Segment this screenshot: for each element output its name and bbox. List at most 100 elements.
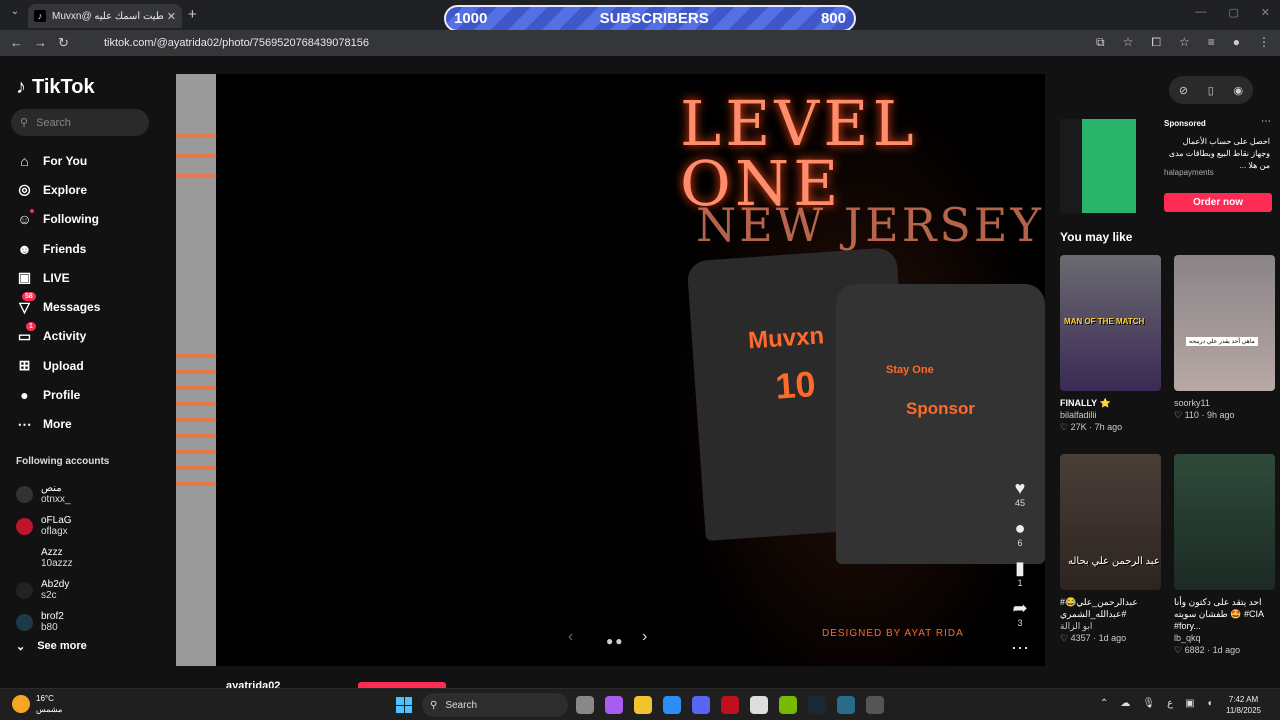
card-caption: MAN OF THE MATCH	[1064, 317, 1145, 326]
new-tab-icon[interactable]: +	[188, 6, 197, 23]
share-count: 3	[1017, 618, 1023, 628]
cloud-icon[interactable]: ☁	[1120, 698, 1130, 709]
favorites-icon[interactable]: ☆	[1179, 35, 1190, 50]
account-name: oFLaG	[41, 515, 72, 526]
taskbar-search-label: Search	[445, 699, 478, 711]
obs-icon[interactable]	[750, 696, 768, 714]
tab-title: Muvxn@ حطيت اسمك عليه	[52, 10, 163, 22]
nav-label: More	[43, 417, 72, 432]
following-account[interactable]: Ab2dy s2c	[16, 574, 73, 606]
media-icon[interactable]: ≡	[1208, 35, 1215, 50]
temperature: 16°C	[36, 694, 54, 703]
nav-for-you[interactable]: ⌂ For You	[16, 146, 100, 175]
tiktok-favicon-icon: ♪	[34, 10, 46, 22]
close-window-icon[interactable]: ✕	[1261, 6, 1270, 19]
recommended-card[interactable]: عبد الرحمن علي بحاله #عبدالرحمن_علي😂 #عب…	[1060, 454, 1161, 644]
install-app-icon[interactable]: ⧉	[1096, 35, 1105, 50]
ad-more-icon[interactable]: ⋯	[1261, 116, 1271, 127]
nav-profile[interactable]: ● Profile	[16, 380, 100, 409]
tab-search-icon[interactable]: ⌄	[6, 6, 24, 22]
tiktok-logo[interactable]: ♪ TikTok	[16, 76, 95, 99]
search-input[interactable]: ⚲ Search	[11, 109, 149, 136]
sponsored-ad[interactable]: Sponsored ⋯ احصل على حساب الأعمال وجهاز …	[1060, 116, 1275, 216]
bookmark-star-icon[interactable]: ☆	[1123, 35, 1134, 50]
file-explorer-icon[interactable]	[634, 696, 652, 714]
nav-explore[interactable]: ◎ Explore	[16, 175, 100, 204]
save-count: 1	[1017, 578, 1023, 588]
profile-avatar-icon[interactable]: ◉	[1234, 84, 1244, 97]
copilot-icon[interactable]	[605, 696, 623, 714]
nav-label: For You	[43, 153, 88, 168]
more-options-icon[interactable]: ⋯	[1006, 638, 1034, 658]
photo-post[interactable]: LEVEL ONE NEW JERSEY Muvxn 10 Stay One S…	[176, 74, 1045, 666]
nav-label: Friends	[43, 241, 87, 256]
avatar-icon: ●	[20, 387, 29, 404]
microphone-icon[interactable]: 🎙	[1142, 698, 1155, 709]
slide-next-icon[interactable]: ›	[642, 628, 647, 646]
forward-icon[interactable]: →	[34, 35, 47, 50]
phone-icon[interactable]: ▯	[1208, 84, 1214, 97]
extensions-icon[interactable]: ⧠	[1151, 35, 1161, 50]
following-account[interactable]: brof2 b80	[16, 606, 73, 638]
weather-condition: مشمس	[36, 705, 63, 714]
app-red-icon[interactable]	[721, 696, 739, 714]
slide-prev-icon[interactable]: ‹	[568, 628, 573, 646]
save-action[interactable]: ▮ 1	[1006, 558, 1034, 588]
see-more-button[interactable]: ⌄ See more	[16, 640, 87, 653]
nav-following[interactable]: ☺ Following	[16, 205, 100, 234]
live-icon: ▣	[17, 269, 32, 286]
card-meta: ♡ 4357 · 1d ago	[1060, 633, 1127, 643]
nav-activity[interactable]: ▭ 1 Activity	[16, 321, 100, 351]
friends-icon: ☻	[17, 240, 32, 257]
steam-icon[interactable]	[808, 696, 826, 714]
order-now-button[interactable]: Order now	[1164, 193, 1272, 212]
nvidia-icon[interactable]	[779, 696, 797, 714]
language-indicator[interactable]: ع	[1167, 698, 1173, 709]
nav-more[interactable]: ⋯ More	[16, 410, 100, 439]
chrome-icon[interactable]	[663, 696, 681, 714]
comment-action[interactable]: ● 6	[1006, 518, 1034, 548]
recommended-card[interactable]: احد يتقد على دكتون وأنا طفشان سويته 🤩 #C…	[1174, 454, 1275, 656]
nav-upload[interactable]: ⊞ Upload	[16, 351, 100, 380]
windows-taskbar: 16°C مشمس ⚲ Search ⌃ ☁ 🎙 ع ▣ ◖ 7:42 AM 11/…	[0, 688, 1280, 720]
browser-tab[interactable]: ♪ Muvxn@ حطيت اسمك عليه ✕	[28, 4, 182, 28]
chevron-up-icon[interactable]: ⌃	[1100, 698, 1108, 709]
tab-close-icon[interactable]: ✕	[167, 10, 176, 23]
browser-menu-icon[interactable]: ⋮	[1258, 35, 1270, 50]
following-account[interactable]: منص otnxx_	[16, 478, 73, 510]
recommended-card[interactable]: ماهي أحد يقدر علي دريبحه soorky11 ♡ 110 …	[1174, 255, 1275, 421]
following-account[interactable]: Azzz 10azzz	[16, 542, 73, 574]
taskbar-search[interactable]: ⚲ Search	[422, 693, 568, 717]
weather-widget[interactable]: 16°C مشمس	[12, 693, 62, 715]
app-icon[interactable]	[866, 696, 884, 714]
reload-icon[interactable]: ↻	[58, 35, 69, 51]
avatar	[16, 485, 33, 503]
clock[interactable]: 7:42 AM 11/8/2025	[1226, 694, 1261, 716]
card-title: FINALLY ⭐	[1060, 398, 1111, 408]
network-icon[interactable]: ▣	[1185, 698, 1194, 709]
discord-icon[interactable]	[692, 696, 710, 714]
nav-friends[interactable]: ☻ Friends	[16, 234, 100, 263]
share-action[interactable]: ➦ 3	[1006, 598, 1034, 628]
profile-icon[interactable]: ●	[1233, 35, 1240, 50]
task-view-icon[interactable]	[576, 696, 594, 714]
app-icon[interactable]	[837, 696, 855, 714]
nav-live[interactable]: ▣ LIVE	[16, 263, 100, 292]
url-input[interactable]: tiktok.com/@ayatrida02/photo/75695207684…	[84, 33, 1084, 53]
start-icon[interactable]	[396, 697, 412, 713]
main-nav: ⌂ For You ◎ Explore ☺ Following ☻ Friends ▣ L…	[16, 146, 100, 439]
tiktok-page: ♪ TikTok ⚲ Search ⌂ For You ◎ Explore ☺ Fol…	[0, 56, 1280, 692]
previous-slide-preview	[176, 74, 216, 666]
minimize-icon[interactable]: —	[1195, 6, 1206, 19]
nav-messages[interactable]: ▽ 58 Messages	[16, 292, 100, 321]
compass-icon[interactable]: ⊘	[1179, 84, 1188, 97]
sponsored-label: Sponsored	[1164, 119, 1206, 128]
post-actions: ♥ 45 ● 6 ▮ 1 ➦ 3 ⋯	[1006, 478, 1034, 668]
browser-toolbar-icons: ⧉ ☆ ⧠ ☆ ≡ ● ⋮	[1096, 35, 1270, 50]
volume-icon[interactable]: ◖	[1207, 698, 1213, 709]
recommended-card[interactable]: MAN OF THE MATCH FINALLY ⭐ bilalfadilii …	[1060, 255, 1161, 433]
back-icon[interactable]: ←	[10, 35, 23, 50]
maximize-icon[interactable]: ▢	[1228, 6, 1238, 19]
like-action[interactable]: ♥ 45	[1006, 478, 1034, 508]
following-account[interactable]: oFLaG oflagx	[16, 510, 73, 542]
